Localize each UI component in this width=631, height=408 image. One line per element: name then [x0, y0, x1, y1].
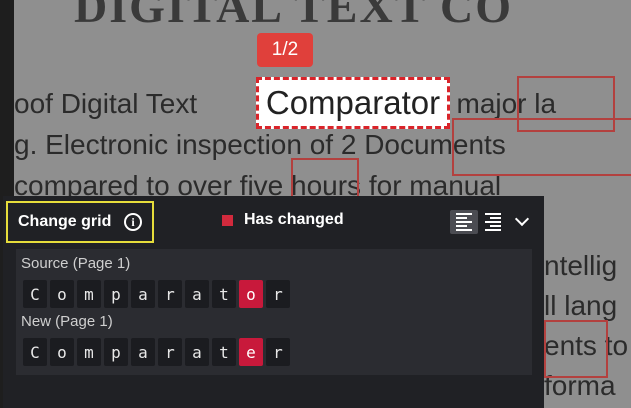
document-right-fragment: ntellig — [544, 250, 618, 281]
character-cell[interactable]: m — [77, 338, 101, 366]
character-cell[interactable]: a — [131, 338, 155, 366]
character-cell[interactable]: m — [77, 280, 101, 308]
match-counter-badge: 1/2 — [257, 33, 313, 67]
difference-highlight[interactable] — [452, 118, 631, 176]
character-grid: Source (Page 1) Comparator New (Page 1) … — [16, 249, 532, 375]
document-heading: DIGITAL TEXT CO — [74, 0, 514, 32]
source-label: Source (Page 1) — [21, 255, 131, 272]
character-cell[interactable]: o — [50, 280, 74, 308]
panel-header: Change grid i Has changed — [3, 196, 544, 248]
character-cell[interactable]: t — [212, 280, 236, 308]
character-cell[interactable]: r — [266, 338, 290, 366]
change-grid-panel: Change grid i Has changed Source (Page 1… — [3, 196, 544, 408]
chevron-down-icon[interactable] — [511, 208, 533, 234]
source-cells: Comparator — [23, 280, 290, 308]
difference-highlight[interactable] — [544, 320, 608, 378]
character-cell[interactable]: a — [131, 280, 155, 308]
align-left-icon[interactable] — [450, 210, 478, 234]
document-line-1-start: oof Digital Text — [14, 88, 198, 119]
changed-color-swatch — [222, 214, 233, 226]
info-icon[interactable]: i — [124, 213, 142, 231]
change-grid-label: Change grid — [18, 213, 112, 230]
new-cells: Comparater — [23, 338, 290, 366]
character-cell[interactable]: C — [23, 338, 47, 366]
character-cell[interactable]: p — [104, 280, 128, 308]
selected-difference-word[interactable]: Comparator — [256, 77, 450, 129]
new-label: New (Page 1) — [21, 313, 113, 330]
character-cell[interactable]: o — [50, 338, 74, 366]
character-cell[interactable]: a — [185, 338, 209, 366]
has-changed-legend: Has changed — [222, 211, 344, 229]
character-cell[interactable]: p — [104, 338, 128, 366]
character-cell[interactable]: C — [23, 280, 47, 308]
document-line-2: g. Electronic inspection of 2 Documents — [14, 129, 506, 160]
has-changed-label: Has changed — [244, 211, 344, 228]
character-cell[interactable]: r — [158, 338, 182, 366]
character-cell[interactable]: r — [158, 280, 182, 308]
character-cell[interactable]: t — [212, 338, 236, 366]
align-right-icon[interactable] — [479, 210, 507, 234]
document-right-fragment: ll lang — [544, 290, 618, 321]
changed-character-cell[interactable]: o — [239, 280, 263, 308]
change-grid-title[interactable]: Change grid i — [6, 201, 154, 243]
character-cell[interactable]: a — [185, 280, 209, 308]
changed-character-cell[interactable]: e — [239, 338, 263, 366]
character-cell[interactable]: r — [266, 280, 290, 308]
